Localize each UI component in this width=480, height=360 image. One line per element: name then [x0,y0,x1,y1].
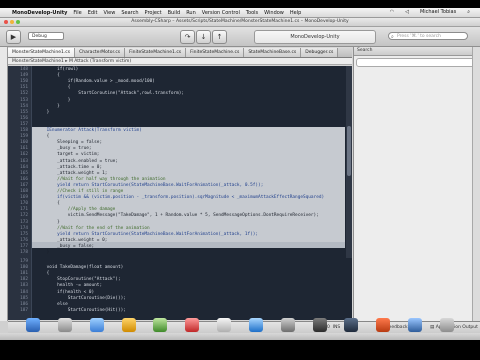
code-text: } [36,250,50,255]
tab-monster-state-machine[interactable]: MonsterStateMachine1.cs [8,48,76,57]
system-preferences-icon[interactable] [280,318,295,332]
dock-icons [26,300,454,340]
menu-help[interactable]: Help [290,10,301,16]
right-pad-search-input[interactable] [356,58,479,67]
volume-icon[interactable]: ◁ [405,9,409,15]
menu-window[interactable]: Window [264,10,284,16]
build-config-combo[interactable]: Debug [28,32,64,40]
search-icon: ⌕ [391,34,394,40]
step-out-icon: ↑ [216,33,223,41]
menu-tools[interactable]: Tools [246,10,258,16]
unity-icon[interactable] [312,318,327,332]
calendar-icon[interactable] [185,318,200,332]
letterbox-bottom [0,340,480,360]
solution-pane-collapsed[interactable] [0,47,8,333]
menu-build[interactable]: Build [168,10,181,16]
step-into-icon: ↓ [200,33,207,41]
monodevelop-icon[interactable] [344,318,359,332]
right-pad: Search [353,47,480,333]
wifi-icon[interactable]: ◠ [390,9,394,15]
menu-extras: ◠ ◁ Michael Tobias ⌕ [390,9,476,15]
messages-icon[interactable] [153,318,168,332]
menu-project[interactable]: Project [145,10,162,16]
menu-file[interactable]: File [73,10,81,16]
launchpad-icon[interactable] [57,318,72,332]
trash-icon[interactable] [439,318,454,332]
screen: MonoDevelop-Unity File Edit View Search … [0,0,480,360]
letterbox-top [0,0,480,8]
line-number: 187 [20,307,28,313]
editor-scrollbar[interactable] [346,66,352,258]
minimize-window-icon[interactable] [10,20,14,24]
window-controls [4,20,20,24]
global-search-input[interactable]: ⌕ Press '⌘.' to search [388,32,468,40]
mail-icon[interactable] [121,318,136,332]
user-name[interactable]: Michael Tobias [420,9,456,15]
menu-edit[interactable]: Edit [88,10,98,16]
notes-icon[interactable] [217,318,232,332]
zoom-window-icon[interactable] [16,20,20,24]
status-text: MonoDevelop-Unity [290,34,340,40]
menu-search[interactable]: Search [121,10,138,16]
code-line[interactable]: 178 } [8,250,352,256]
tab-character-motor[interactable]: CharacterMotor.cs [75,48,126,57]
close-window-icon[interactable] [4,20,8,24]
run-button[interactable]: ▶ [6,30,21,44]
menu-version-control[interactable]: Version Control [202,10,240,16]
safari-icon[interactable] [89,318,104,332]
menu-app-name[interactable]: MonoDevelop-Unity [12,10,67,16]
right-pad-side-strip[interactable] [472,47,480,333]
menu-run[interactable]: Run [186,10,196,16]
step-into-button[interactable]: ↓ [196,30,211,44]
play-icon: ▶ [10,33,17,41]
terminal-icon[interactable] [408,318,423,332]
code-editor[interactable]: 148 if(rowl) 149 {150 if(Random.value > _… [8,66,352,258]
menu-bar: MonoDevelop-Unity File Edit View Search … [0,8,480,18]
firefox-icon[interactable] [376,318,391,332]
search-placeholder: Press '⌘.' to search [397,34,442,39]
tab-finite-state-machine1[interactable]: FiniteStateMachine1.cs [125,48,187,57]
scrollbar-thumb[interactable] [347,126,351,176]
tab-state-machine-base[interactable]: StateMachineBase.cs [244,48,302,57]
window-title: Assembly-CSharp – Assets/Scripts/StateMa… [131,19,349,24]
tab-debugger[interactable]: Debugger.cs [301,48,339,57]
status-display: MonoDevelop-Unity [254,30,376,44]
spotlight-icon[interactable]: ⌕ [467,9,470,15]
left-status-corner [0,321,8,333]
app-store-icon[interactable] [248,318,263,332]
step-over-icon: ↷ [184,33,191,41]
toolbar: ▶ Debug ↷ ↓ ↑ MonoDevelop-Unity ⌕ Press … [0,27,480,47]
menu-view[interactable]: View [103,10,115,16]
tab-finite-state-machine[interactable]: FiniteStateMachine.cs [186,48,245,57]
finder-icon[interactable] [26,318,40,332]
step-over-button[interactable]: ↷ [180,30,195,44]
window-title-bar: Assembly-CSharp – Assets/Scripts/StateMa… [0,18,480,27]
document-tabs: MonsterStateMachine1.cs CharacterMotor.c… [8,47,352,58]
breadcrumb[interactable]: MonsterStateMachine1 ▸ M Attack (Transfo… [8,58,352,65]
step-out-button[interactable]: ↑ [212,30,227,44]
right-pad-header: Search [354,47,480,56]
line-number: 178 [20,250,28,255]
